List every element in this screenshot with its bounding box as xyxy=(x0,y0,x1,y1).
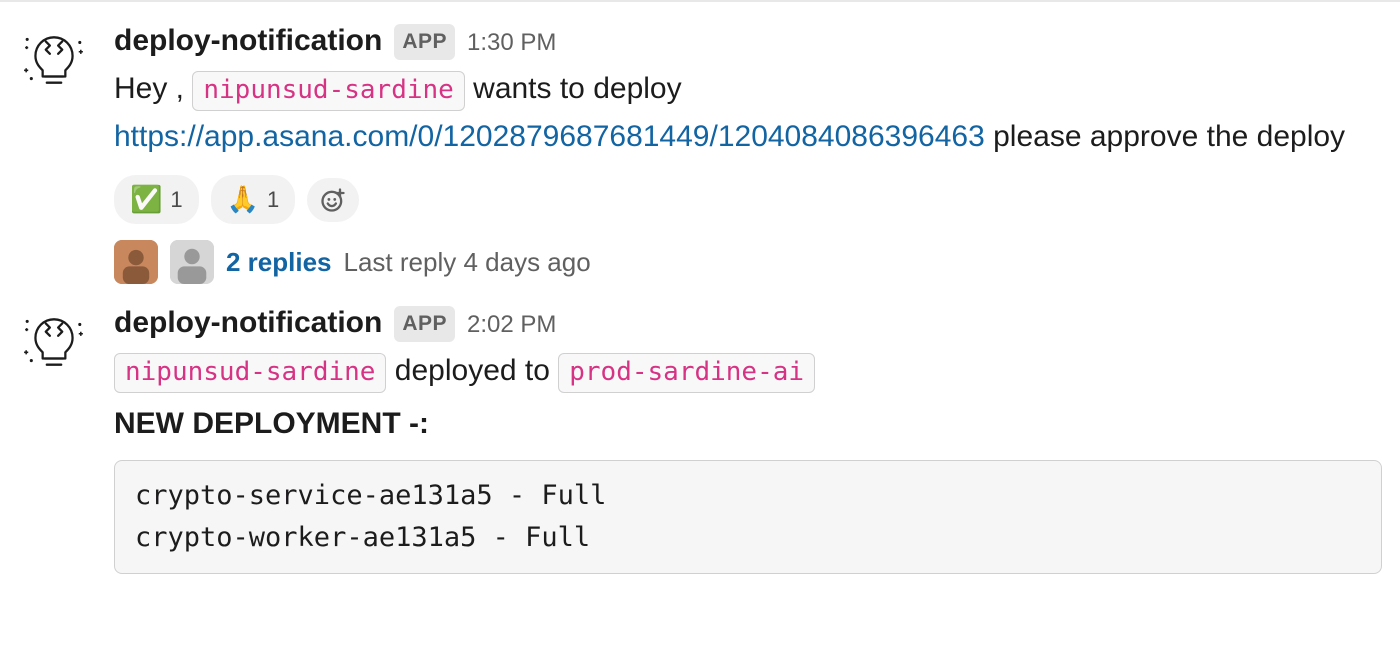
message-header: deploy-notification APP 1:30 PM xyxy=(114,18,1382,63)
pray-emoji: 🙏 xyxy=(227,180,259,219)
user-token: nipunsud-sardine xyxy=(114,353,386,393)
message: deploy-notification APP 2:02 PM nipunsud… xyxy=(0,290,1400,580)
body-mid: deployed to xyxy=(386,354,558,387)
thread-info[interactable]: 2 replies Last reply 4 days ago xyxy=(114,240,1382,284)
lightbulb-wrench-icon xyxy=(21,27,87,93)
message-content: deploy-notification APP 2:02 PM nipunsud… xyxy=(96,300,1382,574)
replies-link[interactable]: 2 replies xyxy=(226,243,332,282)
message-body: nipunsud-sardine deployed to prod-sardin… xyxy=(114,347,1382,395)
reply-avatar-1 xyxy=(114,240,158,284)
timestamp[interactable]: 1:30 PM xyxy=(467,25,556,61)
bot-avatar[interactable] xyxy=(18,24,90,96)
add-emoji-icon xyxy=(319,186,347,214)
message: deploy-notification APP 1:30 PM Hey , ni… xyxy=(0,8,1400,290)
user-token: nipunsud-sardine xyxy=(192,71,464,111)
sender-name[interactable]: deploy-notification xyxy=(114,300,382,345)
reaction-check[interactable]: ✅ 1 xyxy=(114,175,199,224)
body-prefix: Hey , xyxy=(114,72,192,105)
body-suffix: please approve the deploy xyxy=(985,120,1345,153)
lightbulb-wrench-icon xyxy=(21,309,87,375)
reactions-bar: ✅ 1 🙏 1 xyxy=(114,175,1382,224)
asana-link[interactable]: https://app.asana.com/0/1202879687681449… xyxy=(114,120,985,153)
avatar-column xyxy=(18,300,96,574)
last-reply-text: Last reply 4 days ago xyxy=(344,243,591,282)
add-reaction-button[interactable] xyxy=(307,178,359,222)
message-content: deploy-notification APP 1:30 PM Hey , ni… xyxy=(96,18,1382,284)
reaction-pray[interactable]: 🙏 1 xyxy=(211,175,296,224)
message-body: Hey , nipunsud-sardine wants to deploy h… xyxy=(114,65,1382,161)
timestamp[interactable]: 2:02 PM xyxy=(467,307,556,343)
sender-name[interactable]: deploy-notification xyxy=(114,18,382,63)
message-header: deploy-notification APP 2:02 PM xyxy=(114,300,1382,345)
reaction-count: 1 xyxy=(170,183,182,216)
deployment-heading: NEW DEPLOYMENT -: xyxy=(114,401,1382,446)
bot-avatar[interactable] xyxy=(18,306,90,378)
reply-avatar-2 xyxy=(170,240,214,284)
target-token: prod-sardine-ai xyxy=(558,353,815,393)
code-block: crypto-service-ae131a5 - Full crypto-wor… xyxy=(114,460,1382,574)
app-badge: APP xyxy=(394,306,455,342)
check-emoji: ✅ xyxy=(130,180,162,219)
reaction-count: 1 xyxy=(267,183,279,216)
avatar-column xyxy=(18,18,96,284)
app-badge: APP xyxy=(394,24,455,60)
body-mid: wants to deploy xyxy=(465,72,682,105)
